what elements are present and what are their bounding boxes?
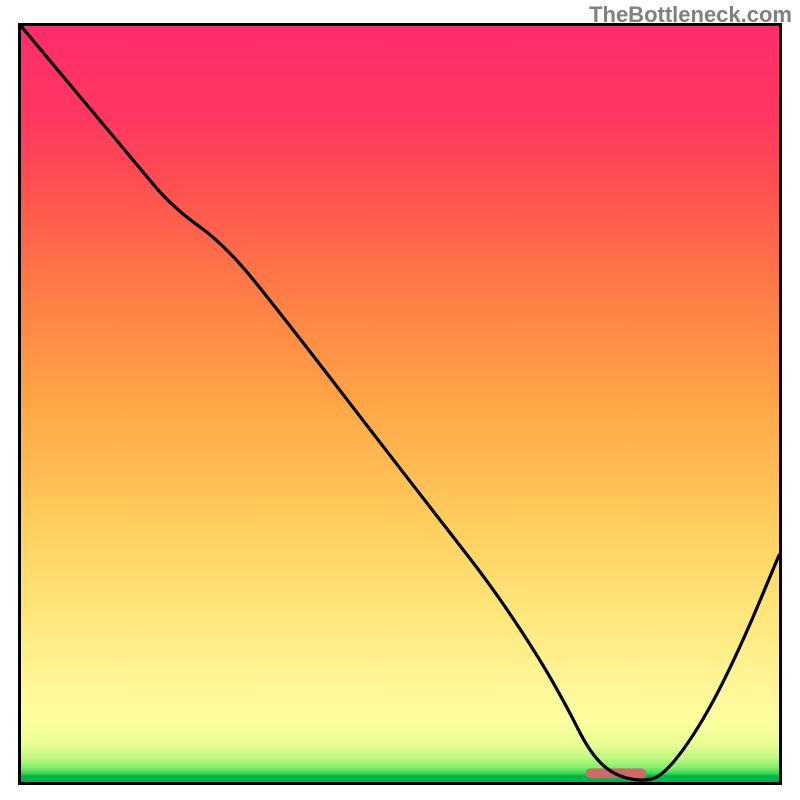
chart-area <box>18 23 782 785</box>
bottleneck-curve <box>21 26 779 780</box>
watermark-text: TheBottleneck.com <box>589 2 792 28</box>
line-chart-svg <box>21 26 779 782</box>
